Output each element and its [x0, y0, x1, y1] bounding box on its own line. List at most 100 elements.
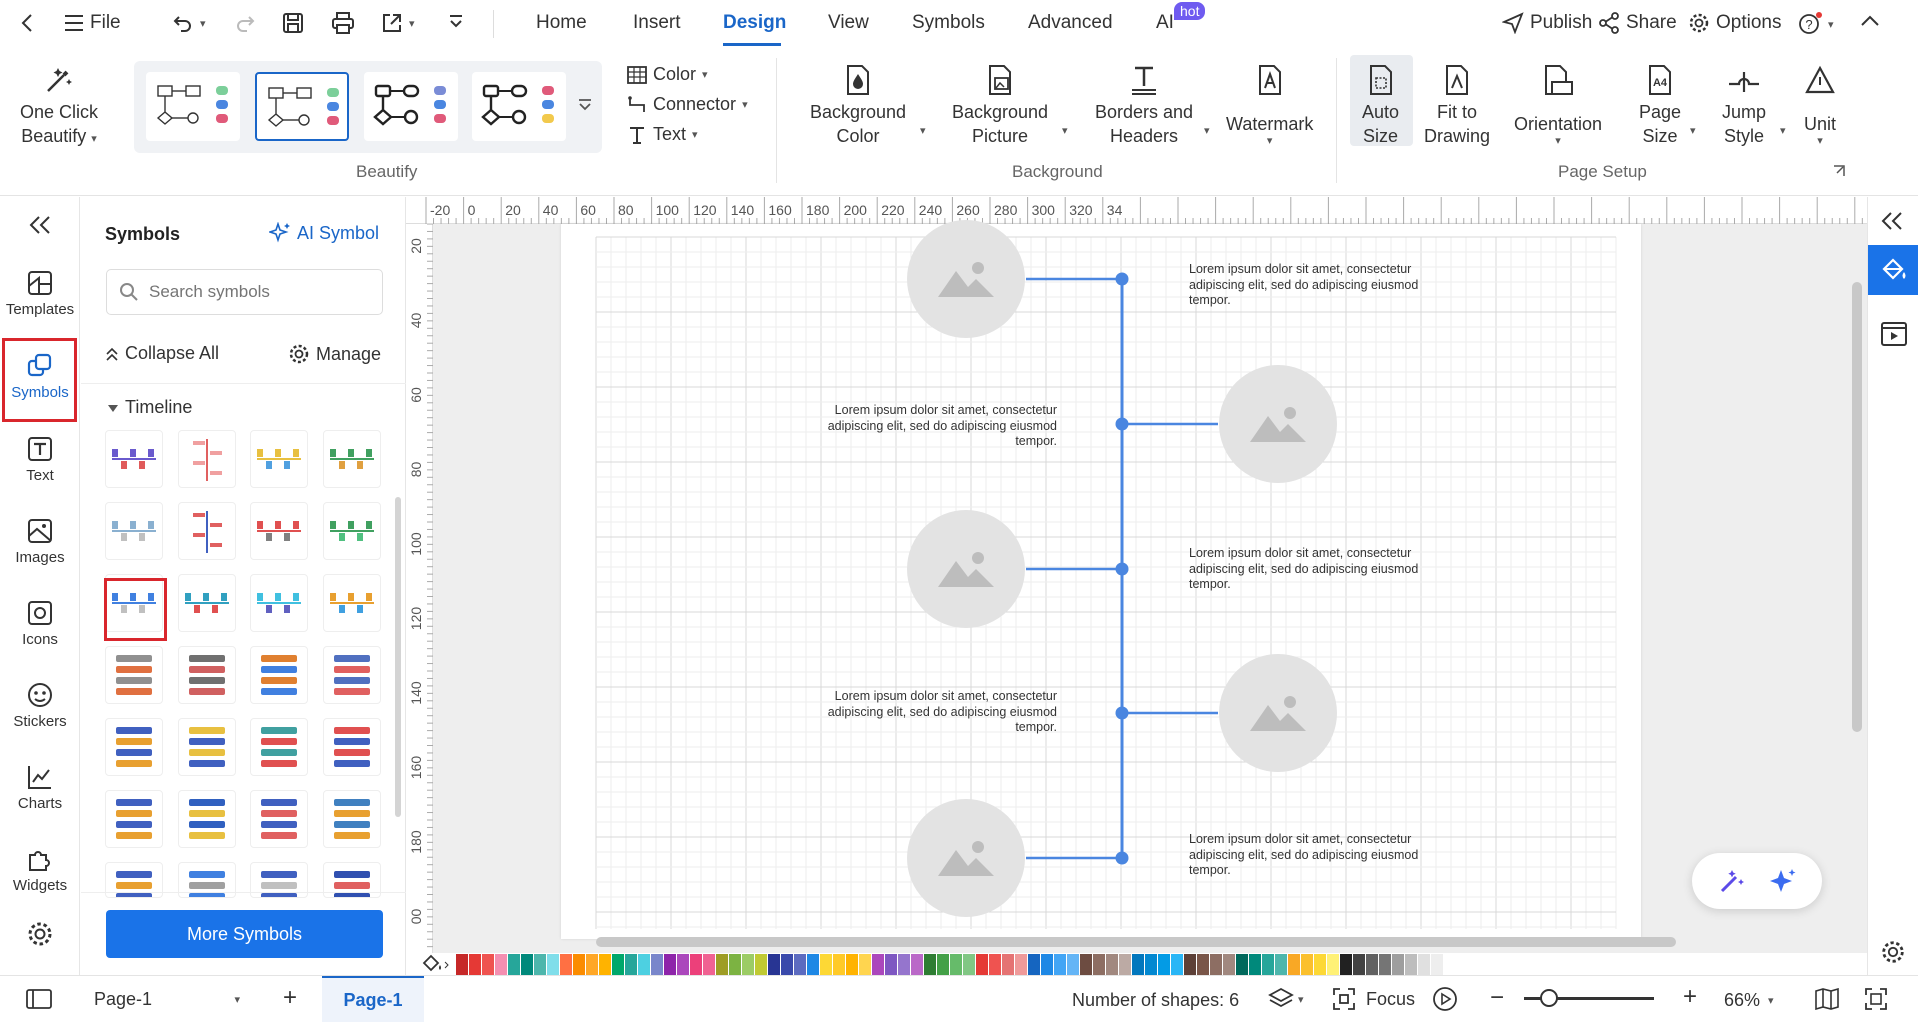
color-swatch[interactable] — [755, 953, 767, 975]
fit-page-button[interactable] — [1864, 987, 1888, 1011]
focus-mode-button[interactable]: Focus — [1332, 987, 1415, 1011]
color-swatch[interactable] — [1080, 953, 1092, 975]
timeline-symbol-thumbnail[interactable] — [250, 646, 308, 704]
color-swatch[interactable] — [833, 953, 845, 975]
nav-charts[interactable]: Charts — [0, 763, 80, 812]
color-swatch[interactable] — [1340, 953, 1352, 975]
color-swatch[interactable] — [1366, 953, 1378, 975]
image-placeholder-5[interactable] — [907, 799, 1025, 917]
tab-ai[interactable]: AI — [1156, 12, 1174, 34]
bg-color-caret[interactable]: ▾ — [920, 124, 926, 137]
color-swatch[interactable] — [950, 953, 962, 975]
tab-advanced[interactable]: Advanced — [1028, 12, 1113, 34]
image-placeholder-2[interactable] — [1219, 365, 1337, 483]
timeline-symbol-thumbnail[interactable] — [177, 646, 236, 704]
gallery-more-button[interactable] — [578, 98, 592, 114]
color-swatch[interactable] — [1392, 953, 1404, 975]
zoom-slider-thumb[interactable] — [1540, 989, 1558, 1007]
color-swatch[interactable] — [1184, 953, 1196, 975]
save-button[interactable] — [282, 12, 304, 34]
color-swatch[interactable] — [1093, 953, 1105, 975]
zoom-in-button[interactable]: + — [1683, 983, 1697, 1011]
color-swatch[interactable] — [1067, 953, 1079, 975]
fill-bucket-icon[interactable] — [420, 953, 450, 975]
help-button[interactable]: ? ▾ — [1798, 12, 1834, 36]
color-swatch[interactable] — [612, 953, 624, 975]
color-swatch[interactable] — [703, 953, 715, 975]
collapse-panel-button[interactable] — [0, 215, 80, 235]
connector-dropdown[interactable]: Connector ▾ — [627, 94, 748, 115]
timeline-symbol-thumbnail[interactable] — [177, 430, 236, 488]
auto-size-button[interactable]: Auto Size — [1362, 62, 1399, 148]
timeline-symbol-thumbnail[interactable] — [105, 646, 163, 704]
timeline-symbol-thumbnail[interactable] — [177, 718, 236, 776]
watermark-button[interactable]: Watermark ▾ — [1226, 62, 1313, 147]
timeline-symbol-thumbnail[interactable] — [250, 790, 308, 848]
quick-access-more[interactable] — [448, 14, 464, 32]
timeline-symbol-thumbnail[interactable] — [322, 574, 381, 632]
timeline-node-4[interactable] — [1115, 706, 1129, 720]
color-swatch[interactable] — [573, 953, 585, 975]
color-swatch[interactable] — [508, 953, 520, 975]
timeline-symbol-thumbnail[interactable] — [322, 430, 381, 488]
one-click-beautify-button[interactable]: One Click Beautify ▾ — [20, 62, 98, 151]
color-swatch[interactable] — [716, 953, 728, 975]
background-color-button[interactable]: Background Color — [810, 62, 906, 148]
color-swatch[interactable] — [469, 953, 481, 975]
unit-button[interactable]: Unit ▾ — [1804, 62, 1836, 147]
style-panel-button[interactable] — [1868, 245, 1918, 295]
nav-symbols[interactable]: Symbols — [0, 352, 80, 401]
search-symbols-input[interactable] — [149, 282, 359, 302]
timeline-text-5[interactable]: Lorem ipsum dolor sit amet, consectetur … — [1189, 832, 1429, 879]
page-select[interactable]: Page-1 ▾ — [84, 983, 250, 1015]
color-swatch[interactable] — [1314, 953, 1326, 975]
color-swatch[interactable] — [1262, 953, 1274, 975]
nav-icons[interactable]: Icons — [0, 599, 80, 648]
nav-widgets[interactable]: Widgets — [0, 845, 80, 894]
nav-text[interactable]: Text — [0, 435, 80, 484]
timeline-symbol-thumbnail[interactable] — [322, 646, 381, 704]
expand-right-panel-button[interactable] — [1881, 211, 1903, 231]
color-swatch[interactable] — [521, 953, 533, 975]
timeline-symbol-thumbnail[interactable] — [105, 502, 163, 560]
timeline-symbol-thumbnail[interactable] — [105, 718, 163, 776]
color-swatch[interactable] — [456, 953, 468, 975]
options-button[interactable]: Options — [1688, 12, 1781, 34]
zoom-out-button[interactable]: − — [1490, 984, 1504, 1012]
color-swatch[interactable] — [1418, 953, 1430, 975]
color-swatch[interactable] — [781, 953, 793, 975]
timeline-text-1[interactable]: Lorem ipsum dolor sit amet, consectetur … — [1189, 262, 1429, 309]
image-placeholder-3[interactable] — [907, 510, 1025, 628]
collapse-all-button[interactable]: Collapse All — [105, 343, 219, 364]
nav-settings[interactable] — [0, 920, 80, 948]
color-swatch[interactable] — [560, 953, 572, 975]
color-swatch[interactable] — [638, 953, 650, 975]
beautify-style-2[interactable] — [255, 72, 349, 141]
back-button[interactable] — [18, 12, 38, 34]
timeline-symbol-thumbnail[interactable] — [250, 718, 308, 776]
page-setup-dialog-launcher[interactable] — [1832, 164, 1846, 178]
tab-insert[interactable]: Insert — [633, 12, 681, 34]
export-button[interactable]: ▾ — [381, 12, 415, 34]
timeline-symbol-thumbnail[interactable] — [177, 502, 236, 560]
collapse-ribbon-button[interactable] — [1860, 14, 1880, 28]
color-swatch[interactable] — [794, 953, 806, 975]
color-swatch[interactable] — [1015, 953, 1027, 975]
color-swatch[interactable] — [1197, 953, 1209, 975]
borders-headers-button[interactable]: Borders and Headers — [1095, 62, 1193, 148]
color-swatch[interactable] — [859, 953, 871, 975]
color-swatch[interactable] — [534, 953, 546, 975]
color-swatch[interactable] — [1431, 953, 1443, 975]
add-page-button[interactable]: + — [283, 984, 297, 1012]
page-size-caret[interactable]: ▾ — [1690, 124, 1696, 137]
color-swatch[interactable] — [1119, 953, 1131, 975]
color-swatch[interactable] — [1132, 953, 1144, 975]
more-symbols-button[interactable]: More Symbols — [106, 910, 383, 958]
color-swatch[interactable] — [495, 953, 507, 975]
color-swatch[interactable] — [1249, 953, 1261, 975]
color-swatch[interactable] — [885, 953, 897, 975]
tab-design[interactable]: Design — [723, 12, 786, 34]
fit-to-drawing-button[interactable]: Fit to Drawing — [1424, 62, 1490, 148]
timeline-text-3[interactable]: Lorem ipsum dolor sit amet, consectetur … — [1189, 546, 1429, 593]
page-tab-1[interactable]: Page-1 — [322, 976, 424, 1022]
